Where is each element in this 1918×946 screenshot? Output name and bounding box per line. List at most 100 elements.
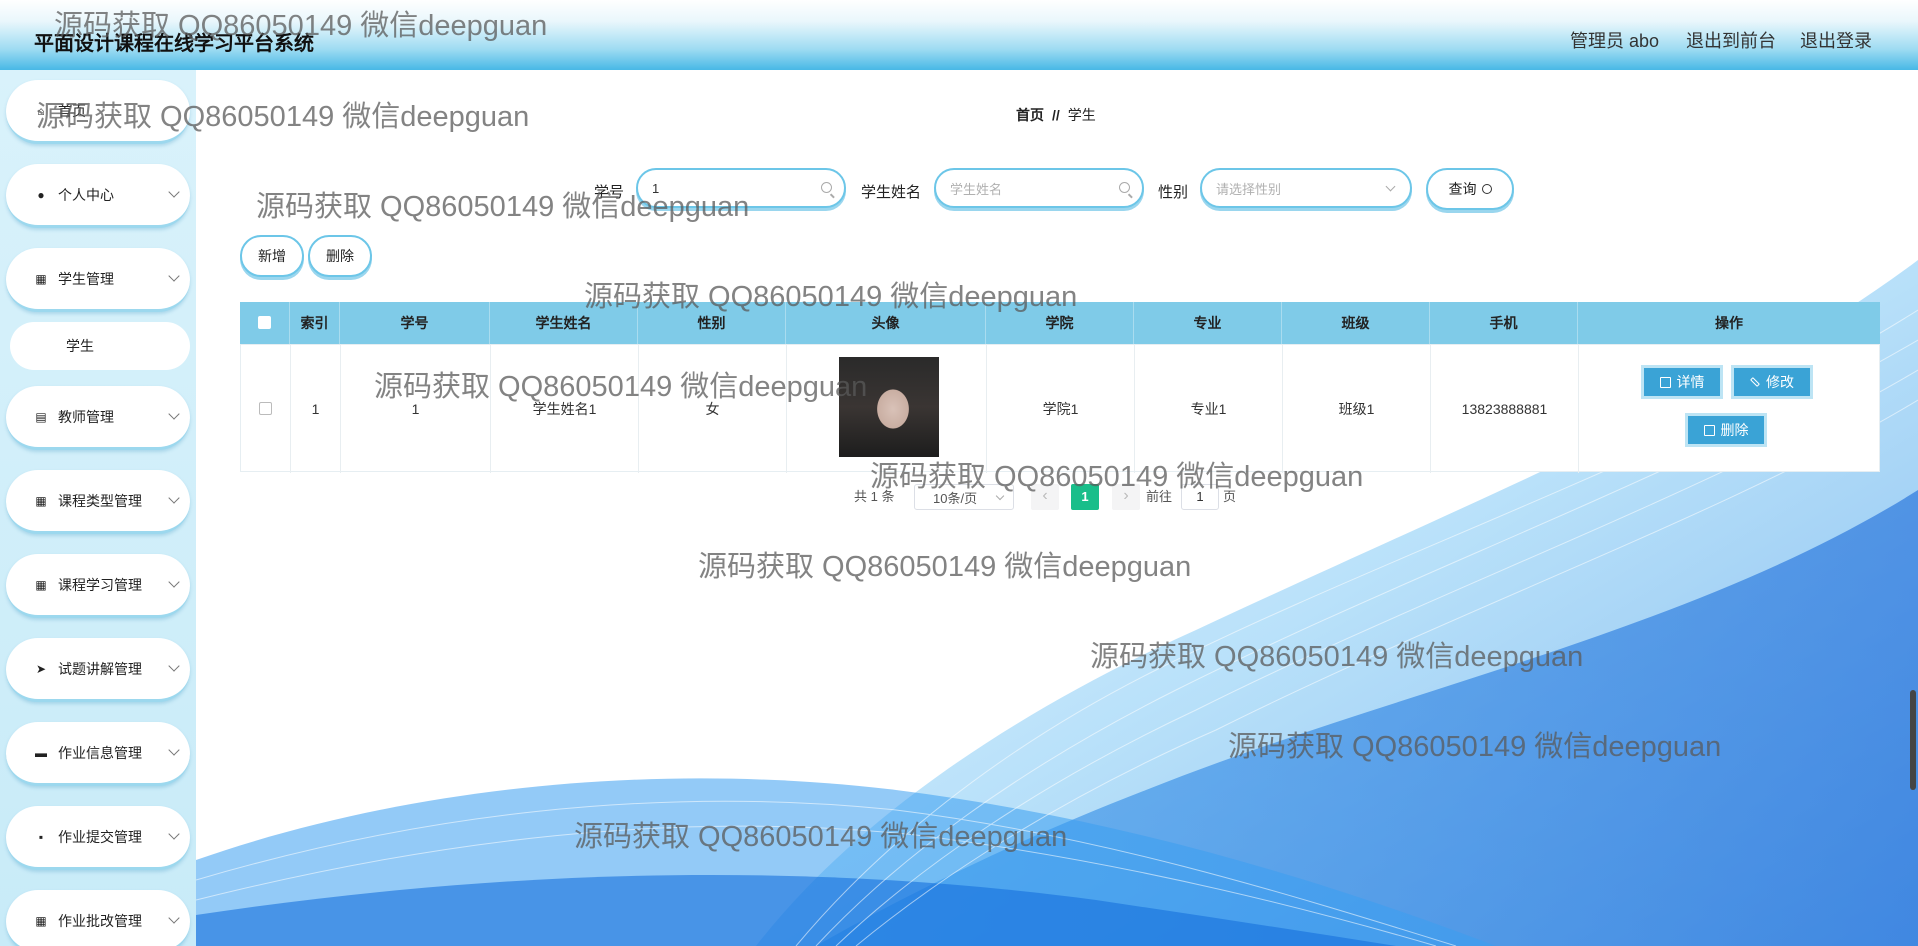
student-no-input[interactable]: 1 xyxy=(636,168,846,208)
detail-button[interactable]: 详情 xyxy=(1641,365,1723,399)
chevron-down-icon xyxy=(168,912,180,924)
home-icon: ⌂ xyxy=(37,103,45,118)
back-to-frontend-link[interactable]: 退出到前台 xyxy=(1686,27,1776,53)
chevron-down-icon xyxy=(168,828,180,840)
pencil-icon xyxy=(1750,377,1760,387)
sidebar-item-label: 作业提交管理 xyxy=(58,828,142,845)
search-icon xyxy=(1119,182,1130,193)
sidebar: ⌂ 首页 ● 个人中心 ▦ 学生管理 学生 ▤ 教师管理 ▦ 课程类型管理 ▦ … xyxy=(0,70,196,946)
column-header: 学生姓名 xyxy=(490,302,638,344)
chevron-down-icon xyxy=(168,576,180,588)
student-name-input[interactable]: 学生姓名 xyxy=(934,168,1144,208)
sidebar-item-home[interactable]: ⌂ 首页 xyxy=(6,80,190,144)
grid-icon: ▦ xyxy=(35,913,47,928)
sidebar-item-label: 作业批改管理 xyxy=(58,912,142,929)
chevron-down-icon xyxy=(168,270,180,282)
grid-icon: ▦ xyxy=(35,271,47,286)
chevron-down-icon xyxy=(995,491,1005,501)
page-size-select[interactable]: 10条/页 xyxy=(914,484,1014,510)
sidebar-item-label: 首页 xyxy=(58,102,86,119)
sidebar-subitem-label: 学生 xyxy=(66,338,94,354)
student-name-label: 学生姓名 xyxy=(861,184,922,201)
column-header: 学院 xyxy=(986,302,1134,344)
sidebar-item-label: 课程学习管理 xyxy=(58,576,142,593)
trash-icon xyxy=(1703,424,1715,436)
delete-button-label: 删除 xyxy=(326,248,354,264)
sidebar-item-student-management[interactable]: ▦ 学生管理 xyxy=(6,248,190,312)
gender-label: 性别 xyxy=(1158,184,1189,201)
top-header: 平面设计课程在线学习平台系统 管理员 abo 退出到前台 退出登录 xyxy=(0,0,1918,70)
gender-select[interactable]: 请选择性别 xyxy=(1200,168,1412,208)
logout-link[interactable]: 退出登录 xyxy=(1800,27,1872,53)
monitor-icon: ▬ xyxy=(35,745,47,760)
edit-button[interactable]: 修改 xyxy=(1731,365,1813,399)
goto-page-input[interactable]: 1 xyxy=(1181,484,1219,510)
cell-college: 学院1 xyxy=(987,345,1135,473)
cell-student-no: 1 xyxy=(341,345,491,473)
sidebar-subitem-student[interactable]: 学生 xyxy=(10,322,190,370)
column-header: 手机 xyxy=(1430,302,1578,344)
cell-index: 1 xyxy=(291,345,341,473)
sidebar-item-label: 课程类型管理 xyxy=(58,492,142,509)
main-content: 首页//学生 学号 1 学生姓名 学生姓名 性别 请选择性别 查询 新增 删除 … xyxy=(196,70,1918,946)
student-name-placeholder: 学生姓名 xyxy=(950,181,1003,197)
sidebar-item-label: 教师管理 xyxy=(58,408,114,425)
breadcrumb-separator: // xyxy=(1052,107,1060,123)
row-delete-button[interactable]: 删除 xyxy=(1685,413,1767,447)
row-select-cell xyxy=(241,345,291,473)
add-button-label: 新增 xyxy=(258,248,286,264)
page-scrollbar[interactable] xyxy=(1910,690,1916,790)
edit-button-label: 修改 xyxy=(1766,374,1794,390)
cell-gender: 女 xyxy=(639,345,787,473)
sidebar-item-label: 学生管理 xyxy=(58,270,114,287)
column-header: 专业 xyxy=(1134,302,1282,344)
column-header: 性别 xyxy=(638,302,786,344)
row-checkbox[interactable] xyxy=(259,402,272,415)
search-icon xyxy=(1481,184,1492,194)
cell-phone: 13823888881 xyxy=(1431,345,1579,473)
column-header: 学号 xyxy=(340,302,490,344)
table-header: 索引 学号 学生姓名 性别 头像 学院 专业 班级 手机 操作 xyxy=(240,302,1880,344)
row-delete-button-label: 删除 xyxy=(1720,422,1749,438)
student-no-label: 学号 xyxy=(594,184,625,201)
student-avatar-image xyxy=(839,357,939,457)
sidebar-item-teacher-management[interactable]: ▤ 教师管理 xyxy=(6,386,190,450)
sidebar-item-course-study-management[interactable]: ▦ 课程学习管理 xyxy=(6,554,190,618)
goto-label: 前往 xyxy=(1146,489,1173,504)
pagination-total: 共 1 条 xyxy=(854,489,895,504)
sidebar-item-exam-explanation-management[interactable]: ➤ 试题讲解管理 xyxy=(6,638,190,702)
sidebar-item-homework-grading-management[interactable]: ▦ 作业批改管理 xyxy=(6,890,190,946)
chevron-down-icon xyxy=(1385,181,1396,192)
sidebar-item-homework-submit-management[interactable]: ▪ 作业提交管理 xyxy=(6,806,190,870)
sidebar-item-personal-center[interactable]: ● 个人中心 xyxy=(6,164,190,228)
student-no-value: 1 xyxy=(652,180,660,196)
current-page-button[interactable]: 1 xyxy=(1071,484,1099,510)
query-button[interactable]: 查询 xyxy=(1426,168,1514,210)
sidebar-item-label: 试题讲解管理 xyxy=(58,660,142,677)
detail-button-label: 详情 xyxy=(1676,374,1705,390)
sidebar-item-label: 个人中心 xyxy=(58,186,114,203)
send-icon: ➤ xyxy=(35,661,47,676)
chevron-down-icon xyxy=(168,660,180,672)
select-all-checkbox[interactable] xyxy=(258,316,271,329)
app-title: 平面设计课程在线学习平台系统 xyxy=(34,33,314,55)
breadcrumb: 首页 // 学生 xyxy=(1016,105,1096,125)
column-header: 头像 xyxy=(786,302,986,344)
prev-page-button[interactable]: ‹ xyxy=(1031,484,1059,510)
sidebar-item-homework-info-management[interactable]: ▬ 作业信息管理 xyxy=(6,722,190,786)
sidebar-item-course-type-management[interactable]: ▦ 课程类型管理 xyxy=(6,470,190,534)
breadcrumb-home[interactable]: 首页 xyxy=(1016,107,1044,123)
query-button-label: 查询 xyxy=(1448,181,1477,197)
search-icon xyxy=(821,182,832,193)
next-page-button[interactable]: › xyxy=(1112,484,1140,510)
chevron-down-icon xyxy=(168,186,180,198)
admin-user-label: 管理员 abo xyxy=(1570,31,1660,51)
cell-major: 专业1 xyxy=(1135,345,1283,473)
cell-student-name: 学生姓名1 xyxy=(491,345,639,473)
add-button[interactable]: 新增 xyxy=(240,235,304,277)
delete-button[interactable]: 删除 xyxy=(308,235,372,277)
document-icon xyxy=(1659,376,1671,388)
table-row: 1 1 学生姓名1 女 学院1 专业1 班级1 13823888881 详情 修… xyxy=(240,344,1880,473)
gender-placeholder: 请选择性别 xyxy=(1216,181,1282,197)
chevron-down-icon xyxy=(168,492,180,504)
